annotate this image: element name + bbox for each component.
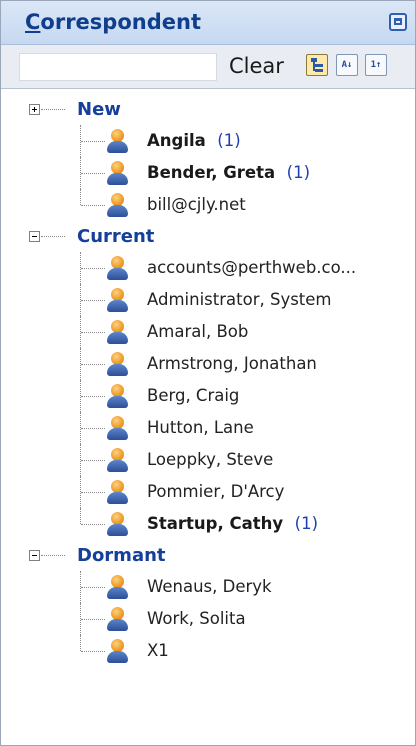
item-name: Wenaus, Deryk — [147, 577, 272, 596]
unread-count: (1) — [217, 131, 241, 150]
item-name: accounts@perthweb.co... — [147, 258, 357, 277]
title-text: orrespondent — [40, 10, 201, 34]
list-item[interactable]: Angila (1) — [1, 125, 415, 157]
person-icon — [107, 384, 129, 409]
person-icon — [107, 193, 129, 218]
list-item[interactable]: Startup, Cathy (1) — [1, 508, 415, 540]
item-label: Angila (1) — [147, 131, 241, 150]
list-item[interactable]: Work, Solita — [1, 603, 415, 635]
correspondent-panel: Correspondent Clear A↓ 1↑ New Angila (1)… — [0, 0, 416, 746]
person-icon — [107, 575, 129, 600]
item-name: Amaral, Bob — [147, 322, 249, 341]
filter-toolbar: Clear A↓ 1↑ — [1, 45, 415, 89]
panel-title: Correspondent — [25, 10, 201, 34]
expand-icon[interactable] — [29, 104, 40, 115]
collapse-icon[interactable] — [29, 231, 40, 242]
person-icon — [107, 480, 129, 505]
item-name: Bender, Greta — [147, 163, 276, 182]
person-icon — [107, 639, 129, 664]
person-icon — [107, 352, 129, 377]
unread-count: (1) — [294, 514, 319, 533]
item-name: Pommier, D'Arcy — [147, 482, 285, 501]
list-item[interactable]: Hutton, Lane — [1, 412, 415, 444]
item-name: Loeppky, Steve — [147, 450, 274, 469]
person-icon — [107, 320, 129, 345]
group-current[interactable]: Current — [1, 221, 415, 252]
item-name: Angila — [147, 131, 206, 150]
item-name: Berg, Craig — [147, 386, 240, 405]
group-label[interactable]: Current — [77, 226, 154, 247]
title-accelerator: C — [25, 10, 41, 34]
list-item[interactable]: X1 — [1, 635, 415, 667]
sort-count-icon: 1↑ — [370, 60, 382, 70]
person-icon — [107, 129, 129, 154]
list-item[interactable]: Wenaus, Deryk — [1, 571, 415, 603]
sort-alpha-button[interactable]: A↓ — [336, 54, 358, 76]
tree-view-icon — [311, 58, 323, 72]
list-item[interactable]: Loeppky, Steve — [1, 444, 415, 476]
item-label: Bender, Greta (1) — [147, 163, 310, 182]
group-label[interactable]: New — [77, 99, 121, 120]
person-icon — [107, 607, 129, 632]
person-icon — [107, 288, 129, 313]
clear-button[interactable]: Clear — [229, 54, 284, 78]
group-dormant[interactable]: Dormant — [1, 540, 415, 571]
list-item[interactable]: accounts@perthweb.co... — [1, 252, 415, 284]
item-label: Startup, Cathy (1) — [147, 514, 318, 533]
person-icon — [107, 161, 129, 186]
tree-connector — [41, 109, 65, 110]
list-item[interactable]: Berg, Craig — [1, 380, 415, 412]
panel-titlebar: Correspondent — [1, 1, 415, 45]
item-name: X1 — [147, 641, 169, 660]
sort-count-button[interactable]: 1↑ — [365, 54, 387, 76]
item-name: Work, Solita — [147, 609, 246, 628]
group-label[interactable]: Dormant — [77, 545, 166, 566]
tree-connector — [41, 236, 65, 237]
restore-window-icon[interactable] — [389, 13, 407, 31]
collapse-icon[interactable] — [29, 550, 40, 561]
item-name: bill@cjly.net — [147, 195, 246, 214]
group-new[interactable]: New — [1, 94, 415, 125]
item-name: Startup, Cathy — [147, 514, 284, 533]
person-icon — [107, 512, 129, 537]
tree-view-button[interactable] — [306, 54, 328, 76]
sort-alpha-icon: A↓ — [341, 60, 353, 70]
list-item[interactable]: Pommier, D'Arcy — [1, 476, 415, 508]
list-item[interactable]: Administrator, System — [1, 284, 415, 316]
tree-connector — [41, 555, 65, 556]
list-item[interactable]: Amaral, Bob — [1, 316, 415, 348]
unread-count: (1) — [286, 163, 311, 182]
person-icon — [107, 448, 129, 473]
list-item[interactable]: Armstrong, Jonathan — [1, 348, 415, 380]
person-icon — [107, 256, 129, 281]
item-name: Administrator, System — [147, 290, 332, 309]
correspondent-tree: New Angila (1) Bender, Greta (1) bill@cj… — [1, 89, 415, 667]
list-item[interactable]: Bender, Greta (1) — [1, 157, 415, 189]
item-name: Armstrong, Jonathan — [147, 354, 317, 373]
list-item[interactable]: bill@cjly.net — [1, 189, 415, 221]
person-icon — [107, 416, 129, 441]
item-name: Hutton, Lane — [147, 418, 254, 437]
filter-input[interactable] — [19, 53, 217, 81]
